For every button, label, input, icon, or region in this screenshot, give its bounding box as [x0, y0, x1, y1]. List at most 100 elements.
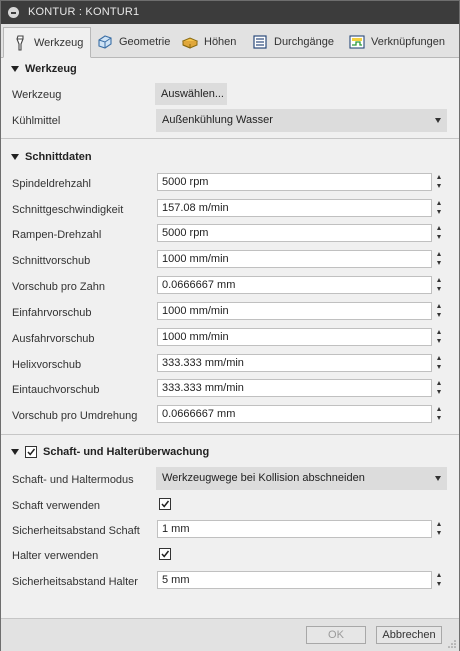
section-header-werkzeug[interactable]: Werkzeug — [11, 63, 77, 75]
ramp-speed-field[interactable]: 5000 rpm — [157, 224, 432, 242]
spin-down-icon[interactable] — [437, 365, 441, 369]
close-icon[interactable] — [8, 7, 19, 18]
collapse-triangle-icon[interactable] — [11, 154, 19, 160]
checkmark-icon — [27, 448, 36, 456]
helix-feed-field[interactable]: 333.333 mm/min — [157, 354, 432, 372]
cutting-feed-field[interactable]: 1000 mm/min — [157, 250, 432, 268]
spin-up-icon[interactable] — [437, 330, 441, 334]
holder-clearance-label: Sicherheitsabstand Halter — [12, 576, 138, 588]
mode-value: Werkzeugwege bei Kollision abschneiden — [162, 472, 365, 484]
spin-up-icon[interactable] — [437, 381, 441, 385]
spin-up-icon[interactable] — [437, 201, 441, 205]
spin-down-icon[interactable] — [437, 184, 441, 188]
row-label: Einfahrvorschub — [12, 307, 92, 319]
spin-down-icon[interactable] — [437, 339, 441, 343]
collapse-triangle-icon[interactable] — [11, 66, 19, 72]
ok-button[interactable]: OK — [306, 626, 366, 644]
spinner[interactable] — [435, 379, 444, 397]
dialog-footer: OK Abbrechen — [1, 618, 459, 651]
shaft-clearance-field[interactable]: 1 mm — [157, 520, 432, 538]
spin-up-icon[interactable] — [437, 573, 441, 577]
holder-clearance-field[interactable]: 5 mm — [157, 571, 432, 589]
cutting-speed-field[interactable]: 157.08 m/min — [157, 199, 432, 217]
use-shaft-checkbox[interactable] — [159, 498, 171, 510]
tab-hoehen[interactable]: Höhen — [174, 27, 243, 56]
spin-up-icon[interactable] — [437, 304, 441, 308]
window-title: KONTUR : KONTUR1 — [28, 6, 140, 18]
tab-bar: Werkzeug Geometrie Höhen Durchgänge Verk… — [1, 24, 459, 58]
spin-down-icon[interactable] — [437, 582, 441, 586]
spin-down-icon[interactable] — [437, 287, 441, 291]
feed-per-revolution-field[interactable]: 0.0666667 mm — [157, 405, 432, 423]
section-divider — [1, 138, 459, 139]
spinner[interactable] — [435, 571, 444, 589]
shaft-holder-check-enable[interactable] — [25, 446, 37, 458]
spin-up-icon[interactable] — [437, 226, 441, 230]
resize-grip-icon[interactable] — [448, 640, 456, 648]
select-tool-button[interactable]: Auswählen... — [155, 83, 227, 105]
tab-geometrie[interactable]: Geometrie — [89, 27, 177, 56]
row-label: Rampen-Drehzahl — [12, 229, 102, 241]
checkmark-icon — [161, 550, 170, 558]
dropdown-arrow-icon — [435, 476, 441, 481]
spin-down-icon[interactable] — [437, 210, 441, 214]
use-holder-label: Halter verwenden — [12, 550, 99, 562]
spin-down-icon[interactable] — [437, 390, 441, 394]
spinner[interactable] — [435, 405, 444, 423]
section-divider — [1, 434, 459, 435]
spinner[interactable] — [435, 276, 444, 294]
tab-label: Höhen — [204, 35, 237, 48]
spin-up-icon[interactable] — [437, 522, 441, 526]
spin-down-icon[interactable] — [437, 235, 441, 239]
section-title: Schnittdaten — [25, 151, 92, 163]
coolant-dropdown[interactable]: Außenkühlung Wasser — [156, 109, 447, 132]
dropdown-arrow-icon — [435, 118, 441, 123]
spin-up-icon[interactable] — [437, 278, 441, 282]
shaft-clearance-label: Sicherheitsabstand Schaft — [12, 525, 140, 537]
kontur-dialog: KONTUR : KONTUR1 Werkzeug Geometrie Höhe… — [0, 0, 460, 651]
spinner[interactable] — [435, 328, 444, 346]
use-holder-checkbox[interactable] — [159, 548, 171, 560]
spinner[interactable] — [435, 354, 444, 372]
spinner[interactable] — [435, 302, 444, 320]
checkmark-icon — [161, 500, 170, 508]
geometry-icon — [98, 34, 112, 49]
spin-up-icon[interactable] — [437, 252, 441, 256]
spinner[interactable] — [435, 199, 444, 217]
spinner[interactable] — [435, 250, 444, 268]
spin-up-icon[interactable] — [437, 175, 441, 179]
feed-per-tooth-field[interactable]: 0.0666667 mm — [157, 276, 432, 294]
field-value: 0.0666667 mm — [162, 408, 236, 420]
section-title: Schaft- und Halterüberwachung — [43, 446, 210, 458]
field-value: 333.333 mm/min — [162, 357, 244, 369]
lead-out-feed-field[interactable]: 1000 mm/min — [157, 328, 432, 346]
tab-werkzeug[interactable]: Werkzeug — [3, 27, 92, 58]
tab-label: Durchgänge — [274, 35, 334, 48]
shaft-holder-mode-dropdown[interactable]: Werkzeugwege bei Kollision abschneiden — [156, 467, 447, 490]
spin-down-icon[interactable] — [437, 261, 441, 265]
section-header-schnittdaten[interactable]: Schnittdaten — [11, 151, 92, 163]
spindle-speed-field[interactable]: 5000 rpm — [157, 173, 432, 191]
field-value: 5000 rpm — [162, 227, 209, 239]
collapse-triangle-icon[interactable] — [11, 449, 19, 455]
spin-up-icon[interactable] — [437, 356, 441, 360]
spin-down-icon[interactable] — [437, 416, 441, 420]
spinner[interactable] — [435, 224, 444, 242]
use-shaft-label: Schaft verwenden — [12, 500, 101, 512]
lead-in-feed-field[interactable]: 1000 mm/min — [157, 302, 432, 320]
tab-verknuepfungen[interactable]: Verknüpfungen — [341, 27, 452, 56]
section-header-schaft[interactable]: Schaft- und Halterüberwachung — [11, 446, 209, 458]
tab-label: Werkzeug — [34, 36, 84, 49]
heights-icon — [181, 36, 199, 49]
field-value: 1000 mm/min — [162, 253, 229, 265]
spinner[interactable] — [435, 173, 444, 191]
spin-up-icon[interactable] — [437, 407, 441, 411]
plunge-feed-field[interactable]: 333.333 mm/min — [157, 379, 432, 397]
tab-durchgaenge[interactable]: Durchgänge — [244, 27, 341, 56]
cancel-button[interactable]: Abbrechen — [376, 626, 442, 644]
spin-down-icon[interactable] — [437, 531, 441, 535]
linking-icon — [349, 34, 365, 49]
spin-down-icon[interactable] — [437, 313, 441, 317]
field-value: 1000 mm/min — [162, 331, 229, 343]
spinner[interactable] — [435, 520, 444, 538]
